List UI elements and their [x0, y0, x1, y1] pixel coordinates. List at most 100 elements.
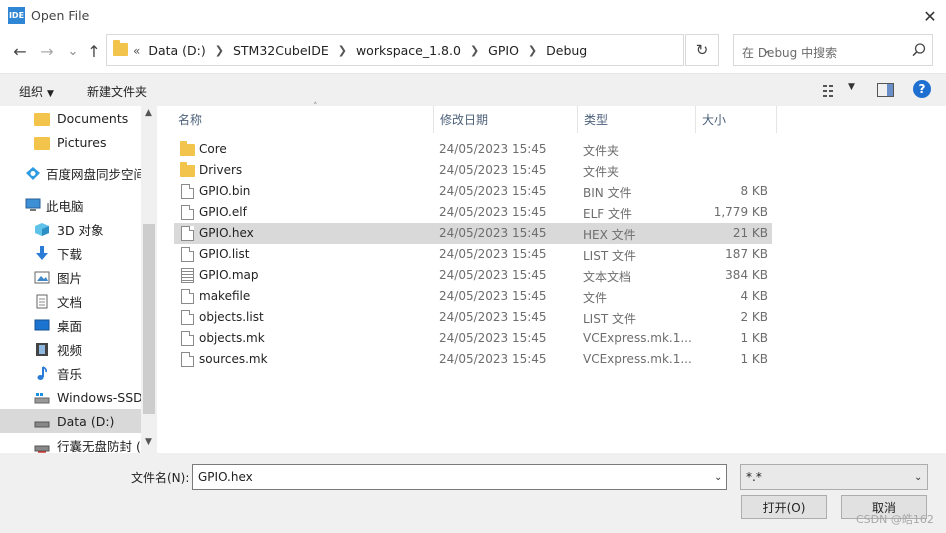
sidebar-item-desktop[interactable]: 桌面 — [0, 313, 141, 337]
chevron-right-icon[interactable]: ❯ — [215, 44, 224, 57]
command-toolbar: 组织 ▼ 新建文件夹 ▼ ? — [0, 73, 946, 106]
navigation-pane: Documents Pictures 百度网盘同步空间 此电脑 3D 对象 下载… — [0, 106, 157, 453]
file-date: 24/05/2023 15:45 — [439, 163, 547, 177]
sidebar-item-network-drive[interactable]: 行囊无盘防封 (X — [0, 433, 141, 453]
sidebar-item-baidu-sync[interactable]: 百度网盘同步空间 — [0, 161, 141, 185]
file-name: GPIO.bin — [199, 184, 251, 198]
address-bar[interactable]: « Data (D:) ❯ STM32CubeIDE ❯ workspace_1.8… — [106, 34, 771, 66]
forward-button[interactable]: → — [36, 40, 58, 62]
table-row[interactable]: GPIO.bin 24/05/2023 15:45 BIN 文件 8 KB — [174, 181, 772, 202]
chevron-right-icon[interactable]: ❯ — [338, 44, 347, 57]
sidebar-item-documents-lib[interactable]: 文档 — [0, 289, 141, 313]
dialog-footer: 文件名(N): GPIO.hex ⌄ *.* ⌄ 打开(O) 取消 CSDN @… — [0, 453, 946, 533]
chevron-down-icon: ⌄ — [914, 472, 923, 483]
sidebar-item-label: 下载 — [57, 246, 83, 262]
sidebar-item-label: 3D 对象 — [57, 222, 104, 238]
close-window-button[interactable]: ✕ — [918, 4, 942, 28]
drive-icon — [34, 392, 50, 403]
sidebar-item-documents[interactable]: Documents — [0, 106, 141, 130]
file-type: LIST 文件 — [583, 249, 636, 263]
scroll-up-icon[interactable]: ▲ — [145, 108, 152, 118]
organize-menu[interactable]: 组织 ▼ — [19, 83, 54, 100]
table-row[interactable]: GPIO.list 24/05/2023 15:45 LIST 文件 187 K… — [174, 244, 772, 265]
up-folder-button[interactable]: ↑ — [83, 40, 105, 62]
file-size: 384 KB — [725, 268, 768, 282]
sidebar-item-downloads[interactable]: 下载 — [0, 241, 141, 265]
file-type: 文件 — [583, 291, 608, 305]
sidebar-item-label: 桌面 — [57, 318, 83, 334]
drive-icon — [34, 421, 50, 427]
file-size: 187 KB — [725, 247, 768, 261]
filename-input[interactable]: GPIO.hex ⌄ — [192, 464, 727, 490]
file-date: 24/05/2023 15:45 — [439, 268, 547, 282]
table-row[interactable]: makefile 24/05/2023 15:45 文件 4 KB — [174, 286, 772, 307]
file-type-filter-select[interactable]: *.* ⌄ — [740, 464, 928, 490]
view-dropdown-icon[interactable]: ▼ — [848, 82, 855, 92]
breadcrumb-item[interactable]: Data (D:) — [148, 43, 205, 58]
scrollbar-thumb[interactable] — [143, 224, 155, 414]
file-type: HEX 文件 — [583, 228, 636, 242]
column-header-name[interactable]: 名称 ˄ — [172, 102, 434, 133]
table-row[interactable]: GPIO.map 24/05/2023 15:45 文本文档 384 KB — [174, 265, 772, 286]
help-icon[interactable]: ? — [913, 80, 931, 98]
table-row[interactable]: objects.mk 24/05/2023 15:45 VCExpress.mk… — [174, 328, 772, 349]
chevron-right-icon[interactable]: ❯ — [470, 44, 479, 57]
video-icon — [36, 342, 48, 356]
sidebar-item-this-pc[interactable]: 此电脑 — [0, 193, 141, 217]
drive-icon — [34, 445, 50, 453]
table-row[interactable]: sources.mk 24/05/2023 15:45 VCExpress.mk… — [174, 349, 772, 370]
file-type-filter-value: *.* — [746, 470, 762, 484]
file-name: Drivers — [199, 163, 243, 177]
table-row-selected[interactable]: GPIO.hex 24/05/2023 15:45 HEX 文件 21 KB — [174, 223, 772, 244]
file-date: 24/05/2023 15:45 — [439, 142, 547, 156]
table-row[interactable]: Core 24/05/2023 15:45 文件夹 — [174, 139, 772, 160]
sidebar-item-pictures-lib[interactable]: 图片 — [0, 265, 141, 289]
sidebar-item-music[interactable]: 音乐 — [0, 361, 141, 385]
scroll-down-icon[interactable]: ▼ — [145, 437, 152, 447]
table-row[interactable]: GPIO.elf 24/05/2023 15:45 ELF 文件 1,779 K… — [174, 202, 772, 223]
sidebar-item-label: Data (D:) — [57, 413, 115, 429]
new-folder-button[interactable]: 新建文件夹 — [87, 83, 147, 100]
search-icon[interactable] — [910, 41, 928, 59]
view-options-icon[interactable] — [823, 84, 841, 98]
chevron-down-icon[interactable]: ⌄ — [714, 472, 722, 483]
breadcrumb-item[interactable]: GPIO — [488, 43, 519, 58]
file-icon — [181, 310, 194, 325]
sidebar-item-windows-ssd[interactable]: Windows-SSD — [0, 385, 141, 409]
breadcrumb-item[interactable]: workspace_1.8.0 — [356, 43, 461, 58]
pictures-icon — [34, 271, 50, 283]
file-type: LIST 文件 — [583, 312, 636, 326]
column-header-type[interactable]: 类型 — [578, 106, 696, 133]
back-button[interactable]: ← — [9, 40, 31, 62]
column-header-date[interactable]: 修改日期 — [434, 106, 578, 133]
file-type: ELF 文件 — [583, 207, 632, 221]
recent-locations-button[interactable]: ⌄ — [62, 40, 84, 62]
sidebar-item-videos[interactable]: 视频 — [0, 337, 141, 361]
sidebar-item-3d-objects[interactable]: 3D 对象 — [0, 217, 141, 241]
sidebar-item-label: 文档 — [57, 294, 83, 310]
file-date: 24/05/2023 15:45 — [439, 205, 547, 219]
breadcrumb: « Data (D:) ❯ STM32CubeIDE ❯ workspace_1.8… — [133, 43, 587, 58]
file-type: VCExpress.mk.1... — [583, 352, 692, 366]
breadcrumb-item[interactable]: Debug — [546, 43, 587, 58]
file-size: 2 KB — [740, 310, 768, 324]
file-date: 24/05/2023 15:45 — [439, 226, 547, 240]
column-header-size[interactable]: 大小 — [696, 106, 777, 133]
sidebar-item-label: 百度网盘同步空间 — [46, 166, 141, 182]
sidebar-scrollbar[interactable]: ▲ ▼ — [141, 106, 157, 453]
search-input[interactable]: 在 Debug 中搜索 — [733, 34, 933, 66]
chevron-right-icon[interactable]: ❯ — [528, 44, 537, 57]
preview-pane-icon[interactable] — [877, 83, 894, 97]
file-name: makefile — [199, 289, 251, 303]
file-icon — [181, 352, 194, 367]
file-icon — [181, 331, 194, 346]
table-row[interactable]: objects.list 24/05/2023 15:45 LIST 文件 2 … — [174, 307, 772, 328]
column-header-label: 大小 — [702, 113, 727, 127]
open-button[interactable]: 打开(O) — [741, 495, 827, 519]
sidebar-item-pictures[interactable]: Pictures — [0, 130, 141, 154]
overflow-chevron-icon[interactable]: « — [133, 44, 140, 58]
refresh-button[interactable]: ↻ — [685, 34, 719, 66]
sidebar-item-data-d[interactable]: Data (D:) — [0, 409, 141, 433]
breadcrumb-item[interactable]: STM32CubeIDE — [233, 43, 329, 58]
table-row[interactable]: Drivers 24/05/2023 15:45 文件夹 — [174, 160, 772, 181]
